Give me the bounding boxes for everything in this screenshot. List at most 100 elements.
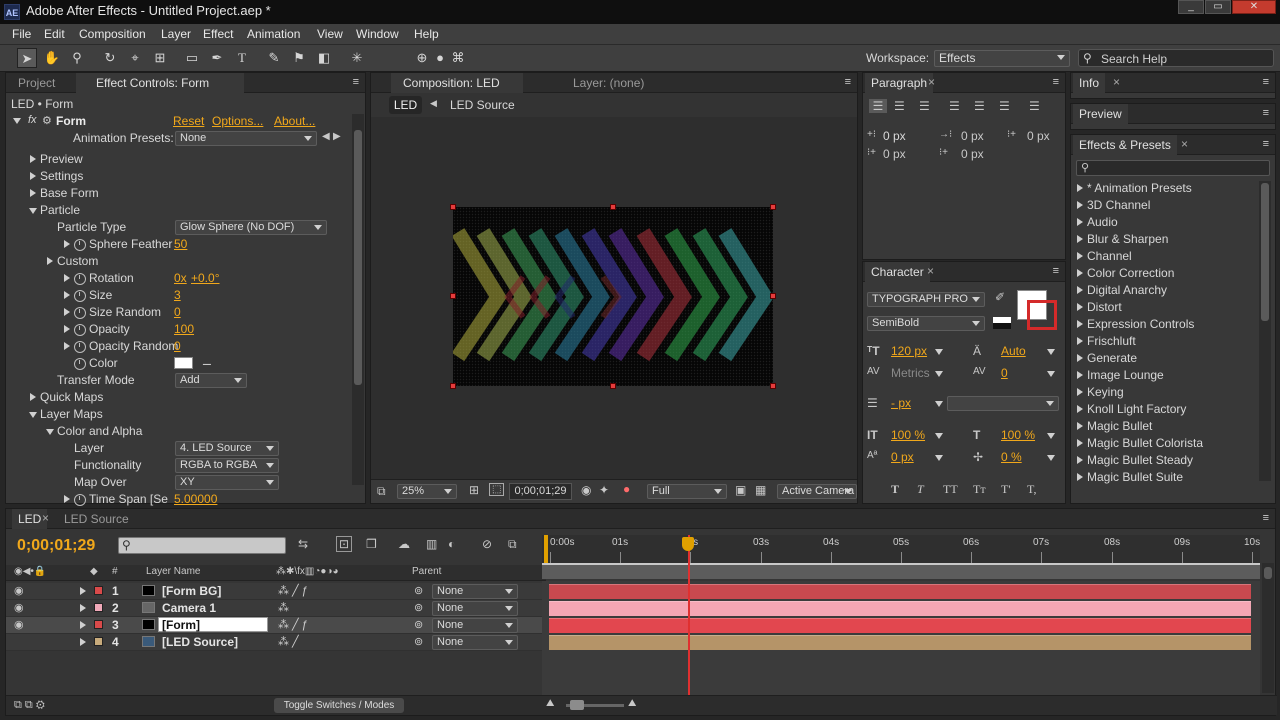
layer-twirl-icon[interactable]: [80, 604, 86, 612]
minimize-button[interactable]: _: [1178, 0, 1204, 14]
layer-twirl-icon[interactable]: [80, 638, 86, 646]
property-value[interactable]: 100: [174, 322, 194, 336]
layer-switches-icons[interactable]: ⁂: [278, 601, 289, 614]
label-color-chip[interactable]: [94, 603, 103, 612]
tracking-value[interactable]: 0: [1001, 366, 1008, 380]
stroke-width-value[interactable]: - px: [891, 396, 911, 410]
baseline-shift-arrow[interactable]: [935, 455, 943, 461]
expand-arrow-icon[interactable]: [1077, 303, 1083, 311]
layer-row[interactable]: 4 [LED Source] ⁂ ╱ ⊚ None: [6, 634, 546, 651]
property-dropdown[interactable]: XY: [175, 475, 279, 490]
animation-presets-dropdown[interactable]: None: [175, 131, 317, 146]
twirl-open-icon[interactable]: [46, 429, 54, 435]
tab-paragraph[interactable]: Paragraph: [865, 73, 934, 93]
frame-blending-icon[interactable]: ▥: [426, 537, 437, 551]
eyedropper-icon[interactable]: ✐: [995, 290, 1005, 304]
layer-duration-bar[interactable]: [549, 584, 1251, 599]
label-color-chip[interactable]: [94, 586, 103, 595]
preset-next-icon[interactable]: ▶: [333, 131, 341, 142]
effects-category-item[interactable]: Keying: [1077, 385, 1124, 402]
space-before-value[interactable]: 0 px: [883, 147, 906, 161]
stroke-color-swatch[interactable]: [1027, 300, 1057, 330]
brainstorm-icon[interactable]: ⧉: [508, 537, 517, 552]
indent-left-value[interactable]: 0 px: [883, 129, 906, 143]
options-link[interactable]: Options...: [212, 114, 263, 128]
effect-property-row[interactable]: Time Span [Se 5.00000: [6, 491, 346, 508]
font-size-value[interactable]: 120 px: [891, 344, 927, 358]
expand-arrow-icon[interactable]: [1077, 235, 1083, 243]
paragraph-close-icon[interactable]: ×: [928, 75, 935, 89]
expand-arrow-icon[interactable]: [1077, 422, 1083, 430]
menu-help[interactable]: Help: [414, 27, 439, 41]
selection-tool-icon[interactable]: ➤: [17, 48, 37, 68]
transform-handle[interactable]: [610, 383, 616, 389]
expand-arrow-icon[interactable]: [1077, 388, 1083, 396]
comp-mini-flowchart-icon[interactable]: ⇆: [298, 537, 308, 551]
leading-arrow[interactable]: [1047, 349, 1055, 355]
magnification-dropdown[interactable]: 25%: [397, 484, 457, 499]
info-menu-icon[interactable]: ≡: [1263, 76, 1269, 88]
menu-edit[interactable]: Edit: [44, 27, 65, 41]
character-close-icon[interactable]: ×: [927, 264, 934, 278]
property-value[interactable]: 5.00000: [174, 492, 217, 506]
effect-property-row[interactable]: Custom: [6, 253, 346, 270]
parent-dropdown[interactable]: None: [432, 618, 518, 633]
effect-controls-scrollbar[interactable]: [352, 114, 364, 485]
effect-property-row[interactable]: Color and Alpha: [6, 423, 346, 440]
breadcrumb-led-source[interactable]: LED Source: [450, 98, 515, 112]
effects-category-item[interactable]: Blur & Sharpen: [1077, 232, 1168, 249]
indent-right-value[interactable]: 0 px: [1027, 129, 1050, 143]
expand-arrow-icon[interactable]: [1077, 252, 1083, 260]
shy-layers-icon[interactable]: ☁: [398, 537, 410, 551]
tab-character[interactable]: Character: [865, 262, 930, 282]
property-dropdown[interactable]: Glow Sphere (No DOF): [175, 220, 327, 235]
property-value[interactable]: 0: [174, 339, 181, 353]
leading-value[interactable]: Auto: [1001, 344, 1026, 358]
layer-name[interactable]: [LED Source]: [162, 635, 238, 649]
parent-pickwhip-icon[interactable]: ⊚: [414, 601, 423, 614]
label-color-chip[interactable]: [94, 637, 103, 646]
tsume-arrow[interactable]: [1047, 455, 1055, 461]
layer-switches-icons[interactable]: ⁂ ╱ ƒ: [278, 618, 308, 631]
expand-arrow-icon[interactable]: [1077, 473, 1083, 481]
effects-category-item[interactable]: 3D Channel: [1077, 198, 1150, 215]
graph-editor-icon[interactable]: ⊘: [482, 537, 492, 551]
twirl-closed-icon[interactable]: [30, 172, 36, 180]
twirl-closed-icon[interactable]: [47, 257, 53, 265]
pan-behind-tool-icon[interactable]: ⊞: [150, 48, 170, 68]
twirl-closed-icon[interactable]: [64, 495, 70, 503]
timeline-close-icon[interactable]: ×: [42, 511, 49, 525]
transform-handle[interactable]: [450, 293, 456, 299]
info-close-icon[interactable]: ×: [1113, 75, 1120, 89]
transform-handle[interactable]: [770, 383, 776, 389]
expand-arrow-icon[interactable]: [1077, 371, 1083, 379]
pen-tool-icon[interactable]: ✒: [207, 48, 227, 68]
work-area-bar[interactable]: [542, 563, 1260, 579]
zoom-tool-icon[interactable]: ⚲: [67, 48, 87, 68]
effect-property-row[interactable]: Base Form: [6, 185, 346, 202]
layer-row[interactable]: ◉ 3 [Form] ⁂ ╱ ƒ ⊚ None: [6, 617, 546, 634]
tab-layer[interactable]: Layer: (none): [567, 73, 650, 93]
layer-switches-icons[interactable]: ⁂ ╱ ƒ: [278, 584, 308, 597]
av-features-icon[interactable]: ◉◀•🔒: [14, 566, 46, 577]
horizontal-scale-arrow[interactable]: [1047, 433, 1055, 439]
space-after-value[interactable]: 0 px: [961, 147, 984, 161]
timeline-search-input[interactable]: ⚲: [118, 537, 286, 554]
tab-project[interactable]: Project: [12, 73, 61, 93]
twirl-closed-icon[interactable]: [64, 274, 70, 282]
menu-file[interactable]: File: [12, 27, 31, 41]
menu-animation[interactable]: Animation: [247, 27, 300, 41]
fx-twirl-icon[interactable]: [13, 118, 21, 124]
effect-property-row[interactable]: Layer Maps: [6, 406, 346, 423]
tab-preview[interactable]: Preview: [1073, 104, 1128, 124]
camera-view-dropdown[interactable]: Active Camera: [777, 484, 857, 499]
menu-effect[interactable]: Effect: [203, 27, 233, 41]
twirl-closed-icon[interactable]: [64, 342, 70, 350]
parent-pickwhip-icon[interactable]: ⊚: [414, 618, 423, 631]
tab-timeline-led-source[interactable]: LED Source: [58, 509, 135, 529]
transform-handle[interactable]: [610, 204, 616, 210]
transform-handle[interactable]: [770, 204, 776, 210]
align-right-icon[interactable]: ☰: [919, 99, 930, 113]
close-button[interactable]: ✕: [1232, 0, 1276, 14]
breadcrumb-led[interactable]: LED: [389, 96, 422, 114]
